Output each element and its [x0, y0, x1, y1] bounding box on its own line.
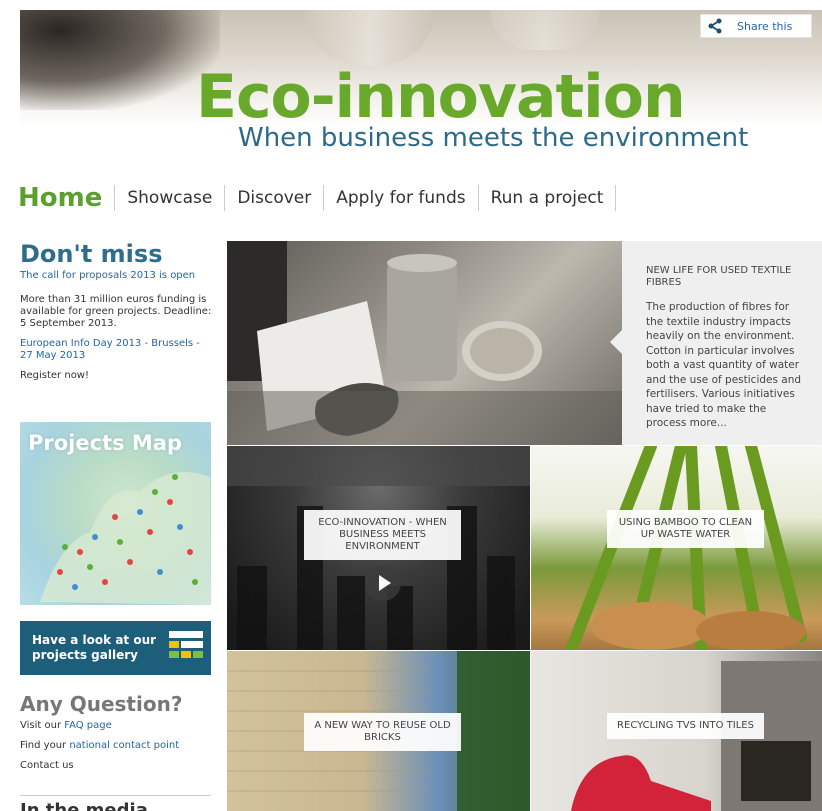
featured-title: NEW LIFE FOR USED TEXTILE FIBRES	[646, 265, 792, 288]
in-the-media-title: In the media	[20, 800, 148, 811]
featured-body: The production of fibres for the textile…	[646, 301, 802, 429]
register-text: Register now!	[20, 370, 89, 381]
faq-link[interactable]: FAQ page	[64, 720, 112, 731]
header-banner: Share this Eco-innovation When business …	[20, 10, 822, 160]
gallery-label: Have a look at our projects gallery	[32, 633, 157, 662]
nav-run-a-project[interactable]: Run a project	[479, 185, 617, 211]
share-button[interactable]: Share this	[700, 14, 812, 38]
nav-discover[interactable]: Discover	[225, 185, 325, 211]
sidebar-divider	[20, 795, 211, 796]
contact-prefix: Find your	[20, 740, 70, 751]
tvs-caption: RECYCLING TVS INTO TILES	[607, 713, 764, 739]
bamboo-photo-graphic	[565, 446, 807, 650]
site-title[interactable]: Eco-innovation	[196, 65, 686, 129]
faq-prefix: Visit our	[20, 720, 65, 731]
info-day-link[interactable]: European Info Day 2013 - Brussels - 27 M…	[20, 338, 212, 362]
video-caption: ECO-INNOVATION - WHEN BUSINESS MEETS ENV…	[304, 510, 461, 560]
nav-apply-for-funds[interactable]: Apply for funds	[324, 185, 479, 211]
featured-pointer	[610, 330, 622, 354]
site-subtitle: When business meets the environment	[238, 123, 749, 153]
play-button[interactable]	[365, 565, 401, 601]
funding-text: More than 31 million euros funding is av…	[20, 294, 212, 329]
national-contact-point-link[interactable]: national contact point	[69, 740, 179, 751]
dont-miss-title: Don't miss	[20, 240, 163, 268]
bricks-caption: A NEW WAY TO REUSE OLD BRICKS	[304, 713, 461, 751]
tile-bamboo[interactable]	[531, 446, 822, 650]
nav-home[interactable]: Home	[18, 185, 116, 211]
projects-map-title: Projects Map	[28, 431, 183, 455]
faq-line: Visit our FAQ page	[20, 720, 112, 731]
featured-text-panel[interactable]: NEW LIFE FOR USED TEXTILE FIBRES The pro…	[622, 241, 822, 445]
bamboo-caption: USING BAMBOO TO CLEAN UP WASTE WATER	[607, 510, 764, 548]
share-label: Share this	[737, 19, 793, 33]
featured-image-textile[interactable]	[227, 241, 622, 445]
main-nav: Home Showcase Discover Apply for funds R…	[18, 183, 617, 213]
share-icon	[708, 18, 722, 34]
play-icon	[378, 575, 391, 591]
call-for-proposals-link[interactable]: The call for proposals 2013 is open	[20, 270, 212, 282]
projects-gallery-button[interactable]: Have a look at our projects gallery	[20, 621, 211, 675]
contact-us-link[interactable]: Contact us	[20, 760, 74, 771]
gallery-grid-icon	[169, 631, 203, 658]
nav-showcase[interactable]: Showcase	[115, 185, 226, 211]
projects-map-widget[interactable]: Projects Map	[20, 422, 211, 605]
banner-fabric-image	[20, 10, 220, 110]
textile-photo-graphic	[227, 241, 622, 445]
any-question-title: Any Question?	[20, 692, 183, 716]
contact-point-line: Find your national contact point	[20, 740, 179, 751]
sidebar-dont-miss: Don't miss The call for proposals 2013 i…	[20, 240, 212, 382]
